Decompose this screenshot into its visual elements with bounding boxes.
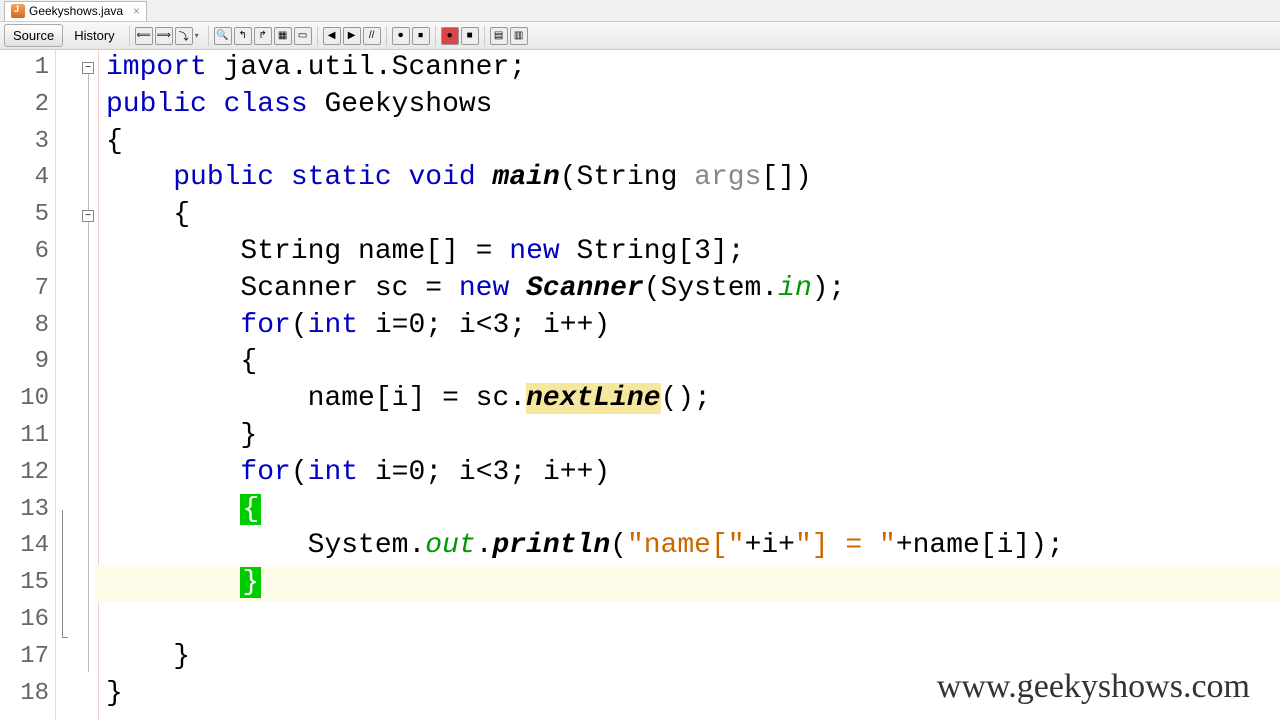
nav-back-icon[interactable]: ⟸ — [135, 27, 153, 45]
code-line: String name[] = new String[3]; — [96, 234, 1280, 271]
java-file-icon — [11, 4, 25, 18]
separator — [484, 26, 485, 46]
dropdown-icon[interactable]: ▾ — [195, 31, 203, 40]
fold-toggle-icon[interactable]: − — [82, 210, 94, 222]
code-line: name[i] = sc.nextLine(); — [96, 381, 1280, 418]
code-line: System.out.println("name["+i+"] = "+name… — [96, 528, 1280, 565]
fold-toggle-icon[interactable]: − — [82, 62, 94, 74]
bookmark-icon[interactable]: ▤ — [490, 27, 508, 45]
stop-icon[interactable]: ■ — [461, 27, 479, 45]
code-line: import java.util.Scanner; — [96, 50, 1280, 87]
separator — [435, 26, 436, 46]
code-line: } — [96, 418, 1280, 455]
code-line-current: } — [96, 565, 1280, 602]
fold-column: − − — [56, 50, 96, 720]
tab-bar: Geekyshows.java × — [0, 0, 1280, 22]
nav-last-edit-icon[interactable]: ⤵ — [175, 27, 193, 45]
stop-macro-icon[interactable]: ⏹ — [412, 27, 430, 45]
nav-forward-icon[interactable]: ⟹ — [155, 27, 173, 45]
editor-toolbar: Source History ⟸ ⟹ ⤵ ▾ 🔍 ↰ ↱ ▦ ▭ ◀ ▶ // … — [0, 22, 1280, 50]
code-line: for(int i=0; i<3; i++) — [96, 308, 1280, 345]
code-editor[interactable]: 123 456 789 101112 131415 161718 − − imp… — [0, 50, 1280, 720]
code-line — [96, 602, 1280, 639]
code-line: public static void main(String args[]) — [96, 160, 1280, 197]
start-macro-icon[interactable]: ⏺ — [392, 27, 410, 45]
find-next-icon[interactable]: ↱ — [254, 27, 272, 45]
separator — [129, 26, 130, 46]
toggle-highlight-icon[interactable]: ▦ — [274, 27, 292, 45]
fold-guide — [88, 222, 89, 672]
file-tab[interactable]: Geekyshows.java × — [4, 1, 147, 21]
bookmark-next-icon[interactable]: ▥ — [510, 27, 528, 45]
separator — [386, 26, 387, 46]
fold-guide — [62, 510, 63, 630]
history-view-button[interactable]: History — [65, 24, 123, 47]
shift-right-icon[interactable]: ▶ — [343, 27, 361, 45]
code-line: { — [96, 197, 1280, 234]
separator — [208, 26, 209, 46]
line-number-gutter: 123 456 789 101112 131415 161718 — [0, 50, 56, 720]
toggle-rect-select-icon[interactable]: ▭ — [294, 27, 312, 45]
shift-left-icon[interactable]: ◀ — [323, 27, 341, 45]
source-view-button[interactable]: Source — [4, 24, 63, 47]
code-line: { — [96, 492, 1280, 529]
fold-guide — [62, 630, 68, 638]
code-line: Scanner sc = new Scanner(System.in); — [96, 271, 1280, 308]
code-area[interactable]: import java.util.Scanner; public class G… — [96, 50, 1280, 720]
code-line: for(int i=0; i<3; i++) — [96, 455, 1280, 492]
code-line: { — [96, 124, 1280, 161]
close-tab-icon[interactable]: × — [133, 4, 140, 18]
fold-guide — [88, 74, 89, 210]
record-icon[interactable]: ● — [441, 27, 459, 45]
watermark-text: www.geekyshows.com — [937, 668, 1250, 706]
separator — [317, 26, 318, 46]
tab-filename: Geekyshows.java — [29, 4, 123, 18]
find-prev-icon[interactable]: ↰ — [234, 27, 252, 45]
comment-icon[interactable]: // — [363, 27, 381, 45]
code-line: { — [96, 344, 1280, 381]
code-line: public class Geekyshows — [96, 87, 1280, 124]
find-selection-icon[interactable]: 🔍 — [214, 27, 232, 45]
